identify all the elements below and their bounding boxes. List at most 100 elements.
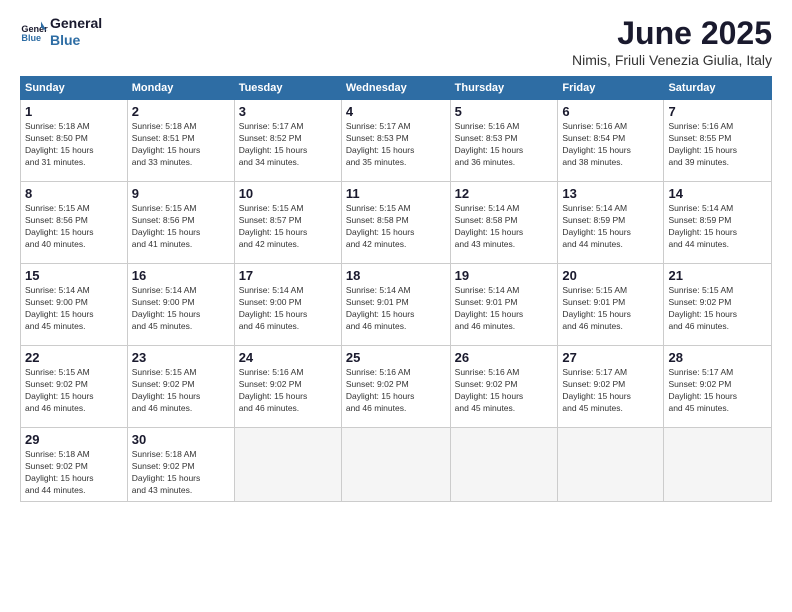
day-info: Sunrise: 5:18 AMSunset: 8:51 PMDaylight:… — [132, 121, 230, 169]
month-title: June 2025 — [572, 15, 772, 52]
day-number: 26 — [455, 350, 554, 365]
day-number: 14 — [668, 186, 767, 201]
table-row: 20Sunrise: 5:15 AMSunset: 9:01 PMDayligh… — [558, 264, 664, 346]
day-number: 15 — [25, 268, 123, 283]
day-number: 5 — [455, 104, 554, 119]
day-number: 24 — [239, 350, 337, 365]
day-number: 18 — [346, 268, 446, 283]
table-row: 19 Sunrise: 5:14 AMSunset: 9:01 PMDayligh… — [450, 264, 558, 346]
table-row — [341, 428, 450, 502]
day-info: Sunrise: 5:18 AMSunset: 8:50 PMDaylight:… — [25, 121, 123, 169]
table-row: 29Sunrise: 5:18 AMSunset: 9:02 PMDayligh… — [21, 428, 128, 502]
table-row: 3 Sunrise: 5:17 AMSunset: 8:52 PMDaylight… — [234, 100, 341, 182]
table-row: 14 Sunrise: 5:14 AMSunset: 8:59 PMDayligh… — [664, 182, 772, 264]
day-number: 28 — [668, 350, 767, 365]
header: General Blue General Blue June 2025 Nimi… — [20, 15, 772, 68]
table-row: 17Sunrise: 5:14 AMSunset: 9:00 PMDayligh… — [234, 264, 341, 346]
table-row — [450, 428, 558, 502]
col-wednesday: Wednesday — [341, 77, 450, 100]
table-row: 16Sunrise: 5:14 AMSunset: 9:00 PMDayligh… — [127, 264, 234, 346]
logo-line1: General — [50, 15, 102, 32]
day-number: 29 — [25, 432, 123, 447]
location: Nimis, Friuli Venezia Giulia, Italy — [572, 52, 772, 68]
table-row: 30 Sunrise: 5:18 AMSunset: 9:02 PMDayligh… — [127, 428, 234, 502]
col-friday: Friday — [558, 77, 664, 100]
table-row — [234, 428, 341, 502]
day-info: Sunrise: 5:15 AMSunset: 8:57 PMDaylight:… — [239, 203, 337, 251]
table-row: 1 Sunrise: 5:18 AMSunset: 8:50 PMDaylight… — [21, 100, 128, 182]
day-info: Sunrise: 5:15 AMSunset: 8:56 PMDaylight:… — [132, 203, 230, 251]
day-info: Sunrise: 5:14 AMSunset: 8:59 PMDaylight:… — [562, 203, 659, 251]
day-info: Sunrise: 5:15 AMSunset: 8:56 PMDaylight:… — [25, 203, 123, 251]
day-info: Sunrise: 5:17 AMSunset: 9:02 PMDaylight:… — [562, 367, 659, 415]
day-info: Sunrise: 5:14 AMSunset: 9:01 PMDaylight:… — [346, 285, 446, 333]
table-row: 24Sunrise: 5:16 AMSunset: 9:02 PMDayligh… — [234, 346, 341, 428]
col-saturday: Saturday — [664, 77, 772, 100]
table-row: 22 Sunrise: 5:15 AMSunset: 9:02 PMDayligh… — [21, 346, 128, 428]
calendar-row: 1 Sunrise: 5:18 AMSunset: 8:50 PMDaylight… — [21, 100, 772, 182]
table-row: 10 Sunrise: 5:15 AMSunset: 8:57 PMDayligh… — [234, 182, 341, 264]
day-info: Sunrise: 5:16 AMSunset: 8:55 PMDaylight:… — [668, 121, 767, 169]
col-sunday: Sunday — [21, 77, 128, 100]
day-number: 8 — [25, 186, 123, 201]
day-number: 3 — [239, 104, 337, 119]
table-row: 18 Sunrise: 5:14 AMSunset: 9:01 PMDayligh… — [341, 264, 450, 346]
calendar-table: Sunday Monday Tuesday Wednesday Thursday… — [20, 76, 772, 502]
logo-line2: Blue — [50, 32, 102, 49]
day-info: Sunrise: 5:17 AMSunset: 8:52 PMDaylight:… — [239, 121, 337, 169]
calendar-row: 8 Sunrise: 5:15 AMSunset: 8:56 PMDaylight… — [21, 182, 772, 264]
page: General Blue General Blue June 2025 Nimi… — [0, 0, 792, 612]
table-row: 28 Sunrise: 5:17 AMSunset: 9:02 PMDayligh… — [664, 346, 772, 428]
day-number: 9 — [132, 186, 230, 201]
day-number: 30 — [132, 432, 230, 447]
day-number: 13 — [562, 186, 659, 201]
table-row: 8 Sunrise: 5:15 AMSunset: 8:56 PMDaylight… — [21, 182, 128, 264]
svg-text:Blue: Blue — [21, 33, 41, 43]
title-block: June 2025 Nimis, Friuli Venezia Giulia, … — [572, 15, 772, 68]
table-row: 15 Sunrise: 5:14 AMSunset: 9:00 PMDayligh… — [21, 264, 128, 346]
day-info: Sunrise: 5:14 AMSunset: 9:00 PMDaylight:… — [25, 285, 123, 333]
table-row: 27 Sunrise: 5:17 AMSunset: 9:02 PMDayligh… — [558, 346, 664, 428]
day-number: 10 — [239, 186, 337, 201]
day-info: Sunrise: 5:17 AMSunset: 9:02 PMDaylight:… — [668, 367, 767, 415]
day-info: Sunrise: 5:14 AMSunset: 9:00 PMDaylight:… — [239, 285, 337, 333]
table-row: 6Sunrise: 5:16 AMSunset: 8:54 PMDaylight… — [558, 100, 664, 182]
day-number: 19 — [455, 268, 554, 283]
header-row: Sunday Monday Tuesday Wednesday Thursday… — [21, 77, 772, 100]
day-number: 22 — [25, 350, 123, 365]
table-row: 11Sunrise: 5:15 AMSunset: 8:58 PMDayligh… — [341, 182, 450, 264]
day-number: 11 — [346, 186, 446, 201]
table-row: 2Sunrise: 5:18 AMSunset: 8:51 PMDaylight… — [127, 100, 234, 182]
day-info: Sunrise: 5:14 AMSunset: 8:59 PMDaylight:… — [668, 203, 767, 251]
day-info: Sunrise: 5:15 AMSunset: 9:02 PMDaylight:… — [25, 367, 123, 415]
table-row — [558, 428, 664, 502]
day-info: Sunrise: 5:16 AMSunset: 9:02 PMDaylight:… — [346, 367, 446, 415]
table-row: 13 Sunrise: 5:14 AMSunset: 8:59 PMDayligh… — [558, 182, 664, 264]
day-info: Sunrise: 5:15 AMSunset: 9:02 PMDaylight:… — [132, 367, 230, 415]
day-number: 16 — [132, 268, 230, 283]
table-row: 26Sunrise: 5:16 AMSunset: 9:02 PMDayligh… — [450, 346, 558, 428]
calendar-row: 29 Sunrise: 5:18 AMSunset: 9:02 PMDayligh… — [21, 428, 772, 502]
day-info: Sunrise: 5:16 AMSunset: 8:53 PMDaylight:… — [455, 121, 554, 169]
calendar-row: 22 Sunrise: 5:15 AMSunset: 9:02 PMDayligh… — [21, 346, 772, 428]
day-info: Sunrise: 5:18 AMSunset: 9:02 PMDaylight:… — [132, 449, 230, 497]
col-tuesday: Tuesday — [234, 77, 341, 100]
day-number: 20 — [562, 268, 659, 283]
table-row: 5 Sunrise: 5:16 AMSunset: 8:53 PMDaylight… — [450, 100, 558, 182]
day-number: 27 — [562, 350, 659, 365]
day-number: 21 — [668, 268, 767, 283]
table-row: 12Sunrise: 5:14 AMSunset: 8:58 PMDayligh… — [450, 182, 558, 264]
col-monday: Monday — [127, 77, 234, 100]
day-info: Sunrise: 5:17 AMSunset: 8:53 PMDaylight:… — [346, 121, 446, 169]
day-number: 1 — [25, 104, 123, 119]
day-info: Sunrise: 5:14 AMSunset: 9:01 PMDaylight:… — [455, 285, 554, 333]
day-number: 12 — [455, 186, 554, 201]
day-info: Sunrise: 5:15 AMSunset: 9:02 PMDaylight:… — [668, 285, 767, 333]
table-row: 9 Sunrise: 5:15 AMSunset: 8:56 PMDaylight… — [127, 182, 234, 264]
table-row: 25 Sunrise: 5:16 AMSunset: 9:02 PMDayligh… — [341, 346, 450, 428]
table-row: 21 Sunrise: 5:15 AMSunset: 9:02 PMDayligh… — [664, 264, 772, 346]
day-number: 25 — [346, 350, 446, 365]
logo: General Blue General Blue — [20, 15, 102, 49]
day-number: 7 — [668, 104, 767, 119]
calendar-row: 15 Sunrise: 5:14 AMSunset: 9:00 PMDayligh… — [21, 264, 772, 346]
